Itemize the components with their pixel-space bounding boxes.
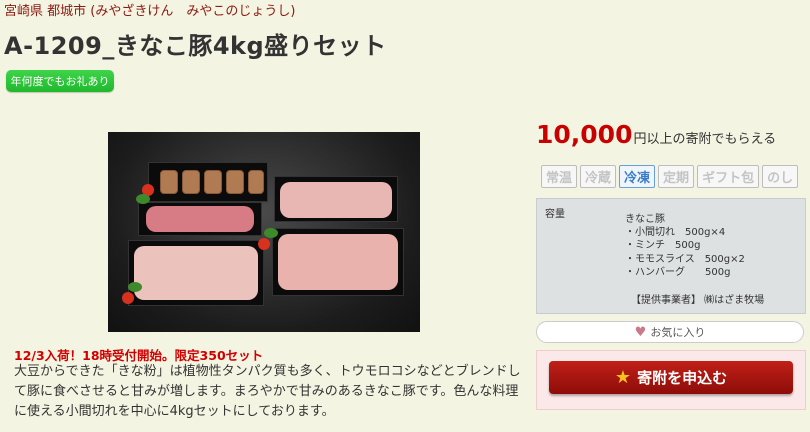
price-currency: 円	[633, 132, 647, 147]
status-badge: 年何度でもお礼あり	[6, 70, 114, 92]
apply-panel: ★ 寄附を申込む	[536, 350, 806, 410]
tag-chilled: 冷蔵	[580, 165, 617, 188]
tag-room-temp: 常温	[541, 165, 578, 188]
tag-subscription: 定期	[658, 165, 695, 188]
apply-button[interactable]: ★ 寄附を申込む	[549, 361, 793, 394]
spec-line: ・モモスライス 500g×2	[625, 253, 745, 265]
spec-box: 容量 きなこ豚 ・小間切れ 500g×4 ・ミンチ 500g ・モモスライス 5…	[536, 198, 806, 314]
apply-label: 寄附を申込む	[637, 369, 728, 387]
product-description: 大豆からできた「きな粉」は植物性タンパク質も多く、トウモロコシなどとブレンドして…	[14, 364, 521, 419]
favorite-button[interactable]: ♥ お気に入り	[536, 321, 804, 343]
spec-line: ・小間切れ 500g×4	[625, 227, 726, 239]
tag-frozen: 冷凍	[619, 165, 656, 188]
heart-icon: ♥	[634, 324, 647, 340]
page-title: A-1209_きなこ豚4kg盛りセット	[4, 32, 387, 60]
price-suffix: 以上の寄附でもらえる	[646, 132, 777, 147]
spec-line: ・ミンチ 500g	[625, 240, 701, 252]
price-line: 10,000 円 以上の寄附でもらえる	[536, 120, 776, 149]
location-text: 宮崎県 都城市 (みやざきけん みやこのじょうし)	[4, 4, 296, 19]
spec-lines: きなこ豚 ・小間切れ 500g×4 ・ミンチ 500g ・モモスライス 500g…	[625, 213, 745, 279]
tag-noshi: のし	[762, 165, 799, 188]
delivery-type-tags: 常温 冷蔵 冷凍 定期 ギフト包 のし	[541, 165, 799, 188]
favorite-label: お気に入り	[650, 326, 706, 339]
spec-label: 容量	[545, 209, 565, 220]
price-amount: 10,000	[536, 120, 633, 149]
spec-line: ・ハンバーグ 500g	[625, 266, 731, 278]
spec-line: きなこ豚	[625, 214, 665, 225]
product-photo[interactable]	[108, 132, 420, 332]
spec-provider: 【提供事業者】 ㈱はざま牧場	[631, 295, 765, 306]
tag-gift-wrap: ギフト包	[697, 165, 760, 188]
star-icon: ★	[614, 367, 632, 388]
